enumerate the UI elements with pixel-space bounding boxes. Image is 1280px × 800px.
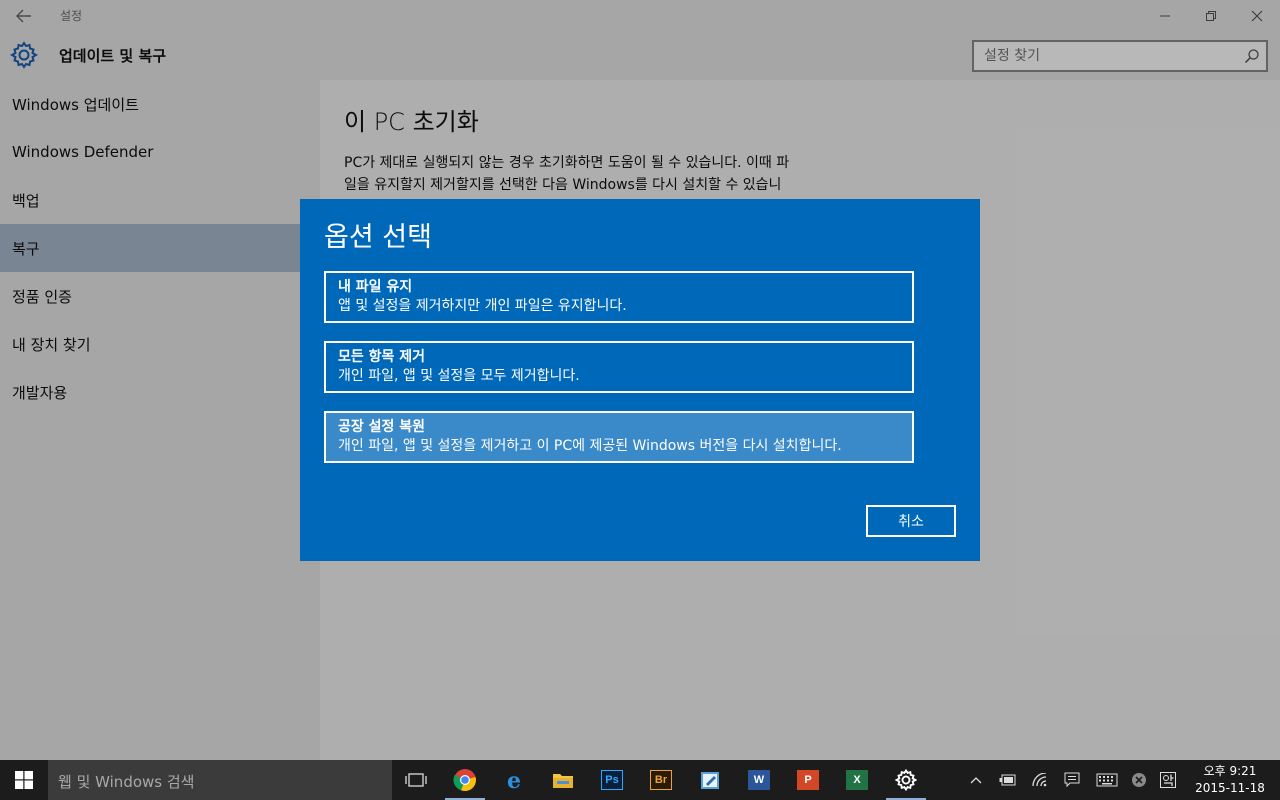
option-description: 개인 파일, 앱 및 설정을 모두 제거합니다.	[338, 368, 580, 384]
taskbar: 웹 및 Windows 검색 e Ps Br W P X 오후 9:21 201…	[0, 760, 1280, 800]
file-explorer-icon[interactable]	[539, 760, 587, 800]
option-remove-everything[interactable]: 모든 항목 제거 개인 파일, 앱 및 설정을 모두 제거합니다.	[324, 341, 914, 393]
start-button[interactable]	[0, 760, 48, 800]
bridge-icon[interactable]: Br	[637, 760, 685, 800]
notepad-app-icon[interactable]	[686, 760, 734, 800]
dialog-title: 옵션 선택	[324, 222, 432, 253]
touch-keyboard-icon[interactable]	[1091, 760, 1123, 800]
taskbar-clock[interactable]: 오후 9:21 2015-11-18	[1190, 763, 1270, 797]
edge-browser-icon[interactable]: e	[490, 760, 538, 800]
excel-icon[interactable]: X	[833, 760, 881, 800]
input-method-korean-icon[interactable]	[1152, 760, 1184, 800]
svg-text:e: e	[507, 768, 521, 792]
wifi-icon[interactable]	[1024, 760, 1056, 800]
chrome-icon[interactable]	[441, 760, 489, 800]
clock-date: 2015-11-18	[1195, 781, 1265, 795]
action-center-icon[interactable]	[1056, 760, 1088, 800]
powerpoint-icon[interactable]: P	[784, 760, 832, 800]
no-network-x-icon[interactable]	[1123, 760, 1155, 800]
cancel-button[interactable]: 취소	[866, 505, 956, 537]
clock-time: 오후 9:21	[1203, 764, 1257, 778]
option-description: 개인 파일, 앱 및 설정을 제거하고 이 PC에 제공된 Windows 버전…	[338, 438, 842, 454]
task-view-icon[interactable]	[392, 760, 440, 800]
choose-option-dialog: 옵션 선택 내 파일 유지 앱 및 설정을 제거하지만 개인 파일은 유지합니다…	[300, 199, 980, 561]
option-description: 앱 및 설정을 제거하지만 개인 파일은 유지합니다.	[338, 298, 627, 314]
taskbar-search-placeholder: 웹 및 Windows 검색	[58, 773, 195, 791]
option-keep-my-files[interactable]: 내 파일 유지 앱 및 설정을 제거하지만 개인 파일은 유지합니다.	[324, 271, 914, 323]
word-icon[interactable]: W	[735, 760, 783, 800]
option-title: 공장 설정 복원	[338, 419, 426, 435]
option-restore-factory-settings[interactable]: 공장 설정 복원 개인 파일, 앱 및 설정을 제거하고 이 PC에 제공된 W…	[324, 411, 914, 463]
taskbar-search[interactable]: 웹 및 Windows 검색	[48, 760, 392, 800]
settings-gear-icon[interactable]	[882, 760, 930, 800]
windows-logo-icon	[15, 771, 33, 789]
show-hidden-icons-chevron-icon[interactable]	[960, 760, 992, 800]
battery-icon[interactable]	[992, 760, 1024, 800]
option-title: 모든 항목 제거	[338, 349, 426, 365]
photoshop-icon[interactable]: Ps	[588, 760, 636, 800]
option-title: 내 파일 유지	[338, 279, 413, 295]
